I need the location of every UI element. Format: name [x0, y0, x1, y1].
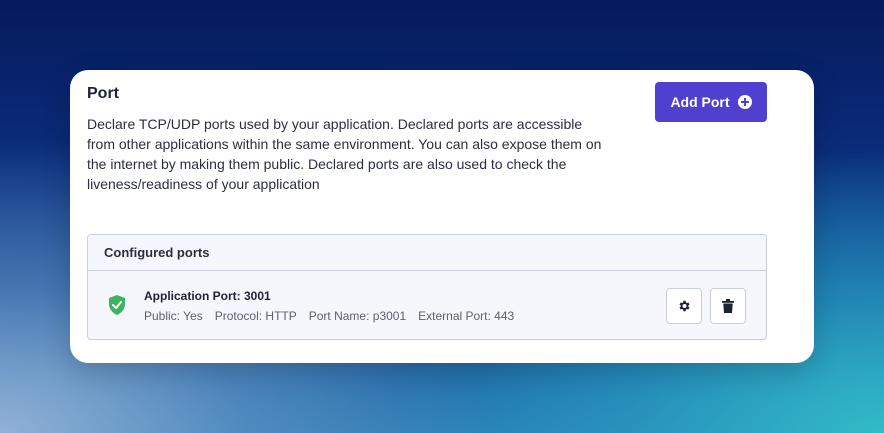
gear-icon	[679, 300, 690, 312]
port-details: Public: Yes Protocol: HTTP Port Name: p3…	[144, 309, 514, 323]
port-list-item: Application Port: 3001 Public: Yes Proto…	[88, 271, 766, 339]
section-description: Declare TCP/UDP ports used by your appli…	[87, 116, 602, 192]
section-title: Port	[87, 85, 119, 102]
add-port-button[interactable]: Add Port	[655, 82, 767, 122]
port-settings-button[interactable]	[666, 288, 702, 324]
port-protocol: Protocol: HTTP	[214, 309, 297, 323]
delete-port-button[interactable]	[710, 288, 746, 324]
port-public: Public: Yes	[144, 309, 203, 323]
configured-ports-header: Configured ports	[88, 235, 766, 271]
port-settings-card: Port Declare TCP/UDP ports used by your …	[70, 70, 814, 363]
port-title: Application Port: 3001	[144, 289, 271, 303]
shield-check-icon	[109, 295, 125, 315]
plus-circle-icon	[737, 95, 752, 109]
trash-icon	[722, 299, 734, 313]
add-port-button-label: Add Port	[670, 94, 730, 110]
configured-ports-panel: Configured ports Application Port: 3001 …	[87, 234, 767, 340]
port-external: External Port: 443	[418, 309, 515, 323]
port-name: Port Name: p3001	[308, 309, 407, 323]
